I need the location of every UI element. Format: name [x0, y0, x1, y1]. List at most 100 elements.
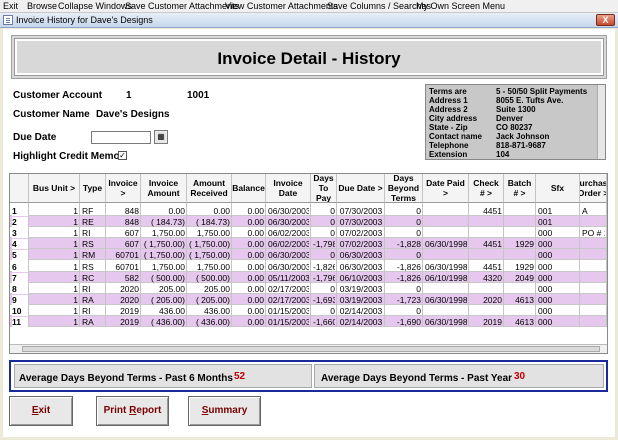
table-cell: 001 — [538, 206, 553, 216]
table-cell: 607 — [124, 228, 139, 239]
highlight-credit-memos-checkbox[interactable]: ✓ — [118, 151, 127, 160]
avg-year-box: Average Days Beyond Terms - Past Year 30 — [314, 364, 604, 388]
table-cell: 000 — [538, 272, 553, 283]
info-scrollbar[interactable] — [597, 85, 605, 159]
column-header[interactable]: Due Date > — [337, 174, 385, 203]
table-cell: -1,796 — [313, 272, 335, 283]
column-divider — [422, 203, 423, 328]
table-cell: 03/19/2003 — [339, 294, 383, 305]
window-title-bar: Invoice History for Dave's Designs X — [0, 13, 618, 28]
table-cell: ( 184.73) — [195, 217, 230, 228]
menu-save-customer-attachments[interactable]: Save Customer Attachments — [125, 1, 239, 11]
table-cell: RA — [82, 317, 94, 327]
invoice-history-table[interactable]: Bus Unit > Type Invoice > Invoice Amount Amo… — [9, 173, 608, 354]
table-cell: 4451 — [483, 239, 502, 250]
column-header[interactable]: Sfx — [536, 174, 580, 203]
table-cell: 205.00 — [159, 283, 185, 294]
info-key: Extension — [429, 150, 468, 159]
table-cell: 000 — [538, 283, 553, 294]
highlight-credit-memos-label: Highlight Credit Memos — [13, 151, 126, 162]
column-divider — [503, 203, 504, 328]
due-date-label: Due Date — [13, 132, 57, 143]
customer-account-number: 1 — [126, 90, 132, 101]
table-cell: -1,826 — [313, 261, 335, 272]
due-date-input[interactable] — [91, 131, 151, 144]
table-cell: 0.00 — [247, 272, 264, 283]
table-cell: 1 — [73, 294, 78, 305]
column-header[interactable]: Days Beyond Terms — [385, 174, 423, 203]
table-cell: 06/30/2003 — [339, 261, 383, 272]
column-header[interactable]: Invoice Amount — [141, 174, 187, 203]
menu-exit[interactable]: Exit — [3, 1, 18, 11]
menu-view-customer-attachments[interactable]: View Customer Attachments — [225, 1, 338, 11]
table-cell: 848 — [124, 217, 139, 228]
table-cell: ( 436.00) — [150, 317, 185, 327]
column-header[interactable]: Amount Received — [187, 174, 232, 203]
column-header[interactable]: Purchase Order > — [580, 174, 607, 203]
table-cell: 0.00 — [247, 217, 264, 228]
table-cell: ( 500.00) — [195, 272, 230, 283]
customer-name-label: Customer Name — [13, 109, 90, 120]
menu-collapse-windows[interactable]: Collapse Windows — [58, 1, 132, 11]
table-cell: 0 — [416, 217, 421, 228]
info-value: 5 - 50/50 Split Payments — [496, 87, 588, 96]
row-number: 4 — [12, 239, 28, 250]
column-header[interactable]: Type — [80, 174, 106, 203]
table-cell: RE — [82, 217, 94, 228]
table-cell: 0 — [330, 250, 335, 261]
column-header[interactable]: G/L — [607, 174, 608, 203]
info-value: 104 — [496, 150, 510, 159]
column-header[interactable]: Date Paid > — [423, 174, 469, 203]
close-button[interactable]: X — [596, 14, 615, 26]
table-cell: ( 184.73) — [150, 217, 185, 228]
table-cell: 607 — [124, 239, 139, 250]
table-cell: 0 — [330, 283, 335, 294]
row-number: 5 — [12, 250, 28, 261]
table-cell: 000 — [538, 250, 553, 261]
summary-button[interactable]: Summary — [188, 396, 261, 426]
column-header[interactable]: Balance — [232, 174, 266, 203]
exit-button[interactable]: Exit — [9, 396, 73, 426]
table-cell: 06/30/2003 — [268, 206, 309, 216]
table-cell: 06/30/2003 — [268, 261, 309, 272]
print-report-button[interactable]: Print Report — [96, 396, 169, 426]
column-divider — [231, 203, 232, 328]
print-report-button-label-pre: Print — [103, 405, 130, 416]
column-divider — [579, 203, 580, 328]
column-header[interactable]: Check # > — [469, 174, 504, 203]
table-cell: 4613 — [515, 317, 534, 327]
scrollbar-thumb[interactable] — [22, 346, 600, 352]
column-divider — [265, 203, 266, 328]
avg-six-months-box: Average Days Beyond Terms - Past 6 Month… — [14, 364, 312, 388]
menu-browse[interactable]: Browse — [27, 1, 57, 11]
calendar-icon[interactable]: ▦ — [154, 130, 168, 144]
column-header[interactable]: Bus Unit > — [29, 174, 80, 203]
table-cell: 000 — [538, 317, 553, 327]
menu-my-own-screen-menu[interactable]: My Own Screen Menu — [416, 1, 505, 11]
info-value: CO 80237 — [496, 123, 533, 132]
table-cell: 1929 — [515, 239, 534, 250]
table-cell: -1,826 — [396, 261, 421, 272]
column-divider — [79, 203, 80, 328]
customer-account-label: Customer Account — [13, 90, 103, 101]
table-cell: 0 — [416, 283, 421, 294]
table-cell: 06/02/2003 — [268, 228, 309, 239]
column-header[interactable]: Invoice Date — [266, 174, 311, 203]
column-divider — [468, 203, 469, 328]
table-cell: 000 — [538, 239, 553, 250]
table-cell: 1,750.00 — [151, 228, 185, 239]
table-cell: -1,723 — [396, 294, 421, 305]
customer-account-id: 1001 — [187, 90, 210, 101]
table-cell: 4613 — [515, 294, 534, 305]
table-cell: 06/10/2003 — [339, 272, 383, 283]
table-cell: 06/30/1998 — [425, 294, 467, 305]
table-cell: 1 — [73, 239, 78, 250]
table-cell: 60701 — [115, 261, 139, 272]
table-cell: 0.00 — [247, 250, 264, 261]
column-header[interactable]: Invoice > — [106, 174, 141, 203]
column-header[interactable]: Batch # > — [504, 174, 536, 203]
table-horizontal-scrollbar[interactable] — [10, 344, 607, 353]
table-cell: PO # 1 — [582, 228, 605, 239]
column-header[interactable]: Days To Pay — [311, 174, 337, 203]
table-cell: 02/17/2003 — [268, 294, 309, 305]
